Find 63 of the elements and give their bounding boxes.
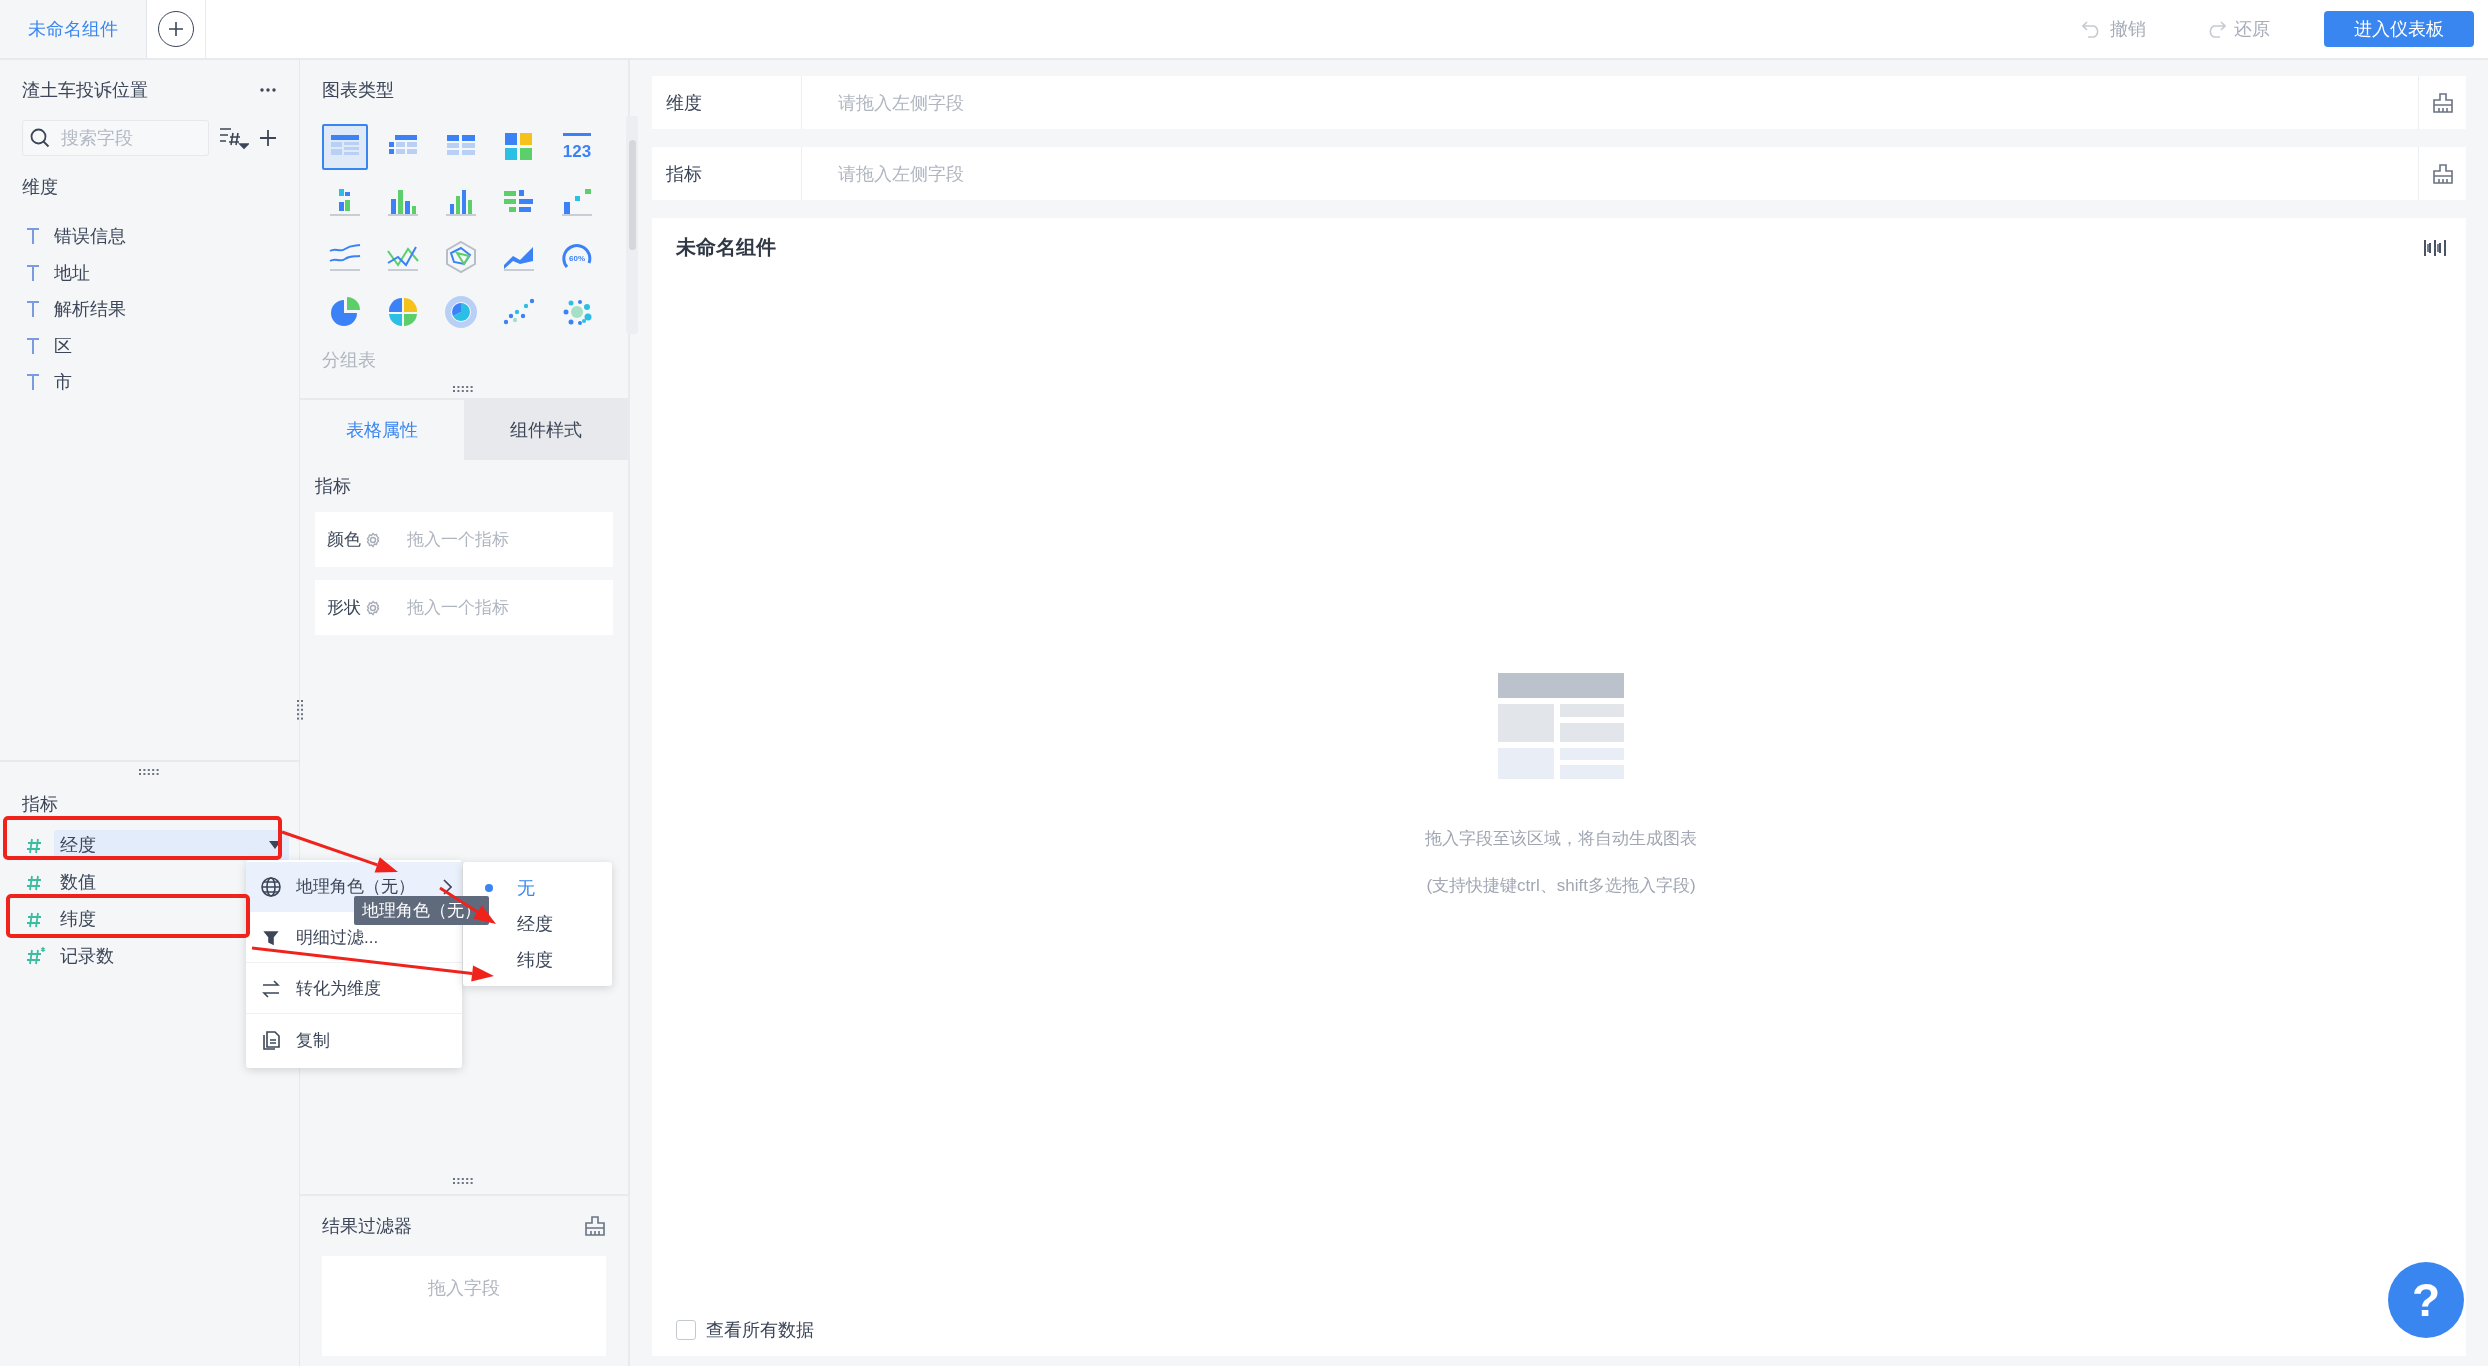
copy-icon [260,1029,282,1051]
slot-label: 颜色 [327,529,361,551]
shelf-label: 维度 [652,76,802,129]
hash-star-icon [26,945,46,966]
dimension-field[interactable]: 区 [48,330,289,361]
drag-handle-icon[interactable] [453,1178,475,1184]
more-icon[interactable] [259,88,277,92]
chart-type-icon [443,294,479,330]
sort-fields-icon[interactable] [219,126,249,150]
property-tab[interactable]: 组件样式 [464,400,628,460]
scrollbar[interactable] [626,116,638,334]
annotation-arrow [439,886,496,924]
checkbox-label: 查看所有数据 [706,1319,814,1342]
drag-handle-icon[interactable] [297,700,303,722]
dimension-field[interactable]: 市 [48,367,289,398]
globe-icon [260,875,282,898]
slot-hint: 拖入一个指标 [407,529,509,551]
dimension-field[interactable]: 解析结果 [48,294,289,325]
slot-label: 形状 [327,597,361,619]
section-title: 结果过滤器 [322,1215,412,1238]
plus-icon [167,20,185,38]
slot-hint: 拖入一个指标 [407,597,509,619]
chart-title: 未命名组件 [676,235,776,260]
chart-type-hint: 分组表 [321,349,377,372]
brush-icon[interactable] [2431,162,2454,185]
gear-icon[interactable] [365,599,381,616]
chart-type-button[interactable] [322,124,368,170]
caret-icon[interactable] [269,840,281,849]
text-type-icon [26,336,40,355]
barcode-icon[interactable] [2424,239,2446,256]
checkbox[interactable] [676,1320,696,1340]
dimension-field[interactable]: 错误信息 [48,221,289,252]
shelf-label: 指标 [652,147,802,200]
add-button[interactable] [158,11,194,47]
text-type-icon [26,373,40,392]
gear-icon[interactable] [365,531,381,548]
chart-type-icon [443,239,479,275]
section-title: 指标 [21,793,59,816]
section-title: 维度 [21,176,59,199]
brush-icon[interactable] [2431,91,2454,114]
submenu-item[interactable]: 纬度 [463,942,612,978]
text-type-icon [26,263,40,282]
search-icon [30,128,50,148]
enter-dashboard-button[interactable]: 进入仪表板 [2324,11,2474,47]
section-title: 图表类型 [322,79,394,102]
menu-item[interactable]: 转化为维度 [246,964,462,1014]
search-field[interactable]: 搜索字段 [22,120,209,156]
dataset-title: 渣土车投诉位置 [22,79,148,102]
dimension-field[interactable]: 地址 [48,257,289,288]
drag-handle-icon[interactable] [453,386,475,392]
brush-icon[interactable] [584,1215,606,1237]
measure-field[interactable]: 经度 [54,829,289,860]
swap-icon [260,977,282,1000]
empty-hint: (支持快捷键ctrl、shift多选拖入字段) [1426,874,1696,897]
text-type-icon [26,227,40,246]
plus-icon[interactable] [259,129,277,147]
drag-handle-icon[interactable] [138,769,161,775]
section-title: 指标 [314,475,352,498]
drop-slot[interactable]: 形状 拖入一个指标 [315,580,613,635]
menu-item[interactable]: 复制 [246,1015,462,1065]
drop-slot[interactable]: 颜色 拖入一个指标 [315,512,613,567]
empty-message: 拖入字段至该区域，将自动生成图表 [1425,827,1697,850]
text-type-icon [26,300,40,319]
